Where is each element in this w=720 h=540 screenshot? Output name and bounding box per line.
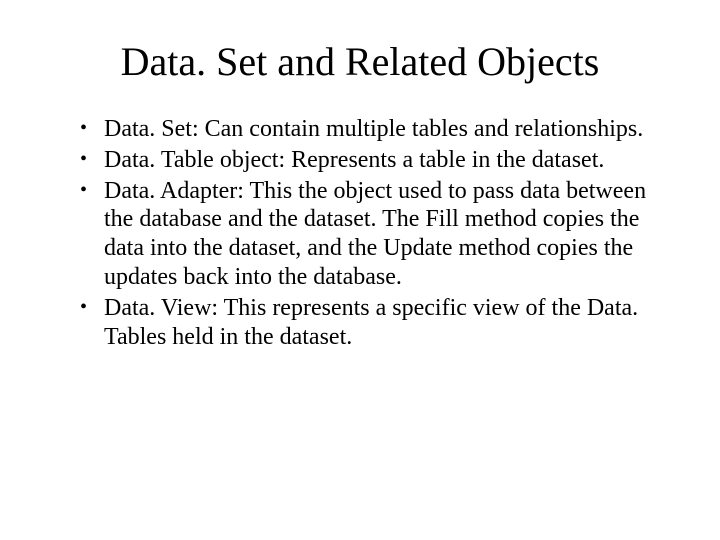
list-item: Data. View: This represents a specific v… (80, 294, 650, 352)
list-item: Data. Table object: Represents a table i… (80, 146, 650, 175)
slide: Data. Set and Related Objects Data. Set:… (0, 0, 720, 540)
list-item: Data. Adapter: This the object used to p… (80, 177, 650, 292)
bullet-list: Data. Set: Can contain multiple tables a… (80, 115, 650, 351)
list-item: Data. Set: Can contain multiple tables a… (80, 115, 650, 144)
slide-title: Data. Set and Related Objects (60, 38, 660, 85)
